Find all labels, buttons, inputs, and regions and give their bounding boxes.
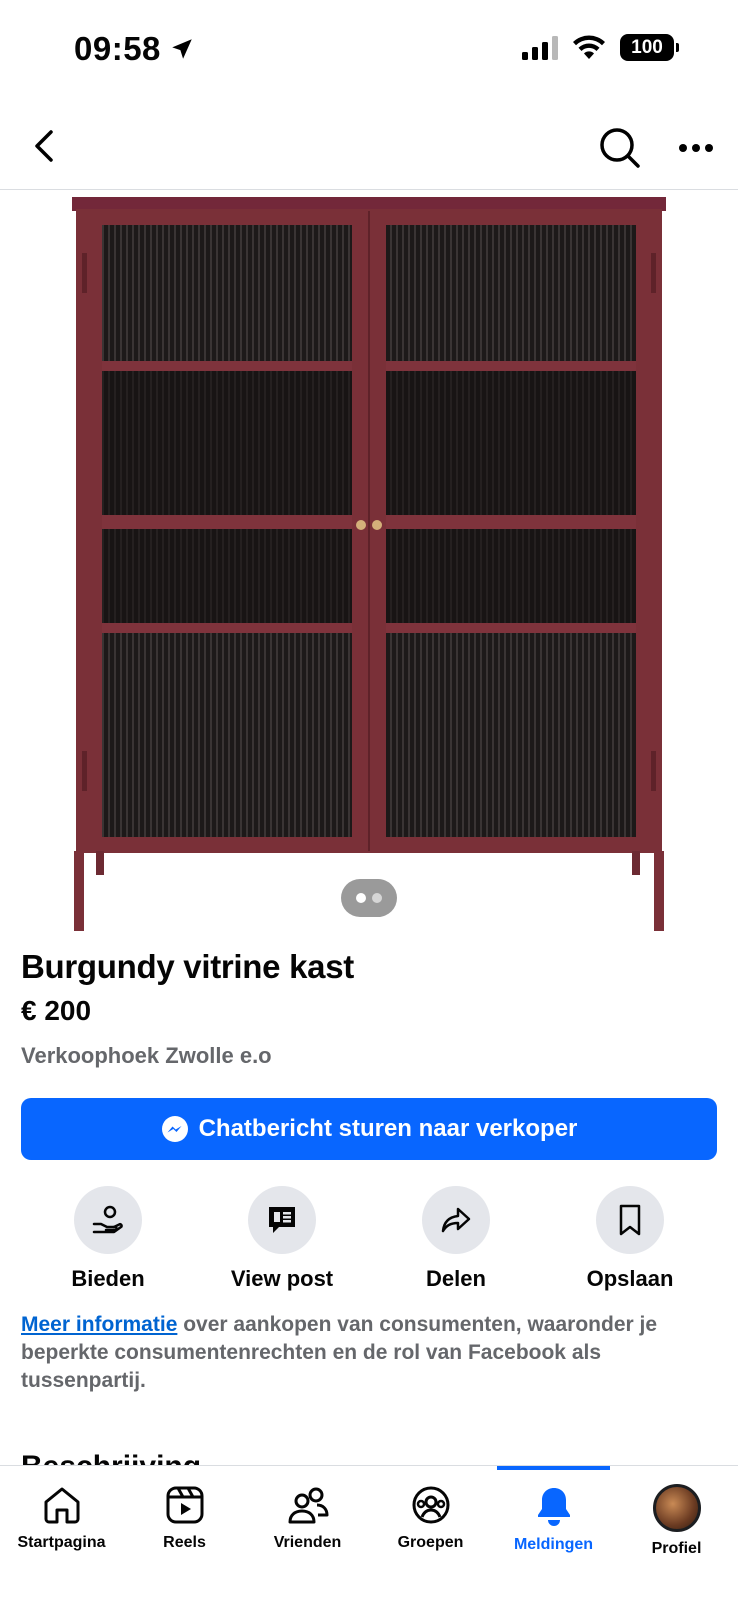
listing-title: Burgundy vitrine kast (21, 948, 354, 985)
bookmark-icon (619, 1204, 641, 1236)
save-button[interactable]: Opslaan (550, 1186, 710, 1292)
tab-friends-label: Vrienden (273, 1534, 342, 1551)
tab-home[interactable]: Startpagina (0, 1466, 123, 1576)
carousel-dot (372, 893, 382, 903)
tab-reels[interactable]: Reels (123, 1466, 246, 1576)
share-label: Delen (426, 1266, 486, 1291)
offer-hand-icon (92, 1205, 123, 1234)
message-seller-label: Chatbericht sturen naar verkoper (198, 1115, 578, 1142)
tab-friends[interactable]: Vrienden (246, 1466, 369, 1576)
chevron-left-icon (35, 130, 53, 162)
nav-bar (0, 110, 738, 190)
cellular-signal-icon (522, 35, 558, 60)
messenger-icon (161, 1116, 188, 1142)
save-label: Opslaan (586, 1266, 674, 1291)
battery-indicator: 100 (620, 34, 679, 61)
action-row: Bieden View post Delen Opslaan (0, 1186, 738, 1298)
offer-button[interactable]: Bieden (28, 1186, 188, 1292)
tab-reels-label: Reels (163, 1534, 206, 1551)
offer-circle (74, 1186, 142, 1254)
tab-groups[interactable]: Groepen (369, 1466, 492, 1576)
save-circle (596, 1186, 664, 1254)
listing-group[interactable]: Verkoophoek Zwolle e.o (21, 1043, 272, 1069)
back-button[interactable] (22, 124, 66, 168)
listing-price: € 200 (21, 995, 92, 1026)
status-bar: 09:58 100 (0, 0, 738, 100)
search-button[interactable] (596, 124, 644, 172)
product-image[interactable] (0, 191, 738, 931)
image-carousel-indicator[interactable] (341, 879, 397, 917)
view-post-button[interactable]: View post (202, 1186, 362, 1292)
bell-icon (537, 1488, 570, 1526)
carousel-dot-active (356, 893, 366, 903)
search-icon (600, 128, 640, 168)
more-dots-icon (679, 144, 713, 152)
location-arrow-icon (172, 39, 192, 59)
wifi-icon (573, 35, 605, 59)
friends-icon (288, 1487, 328, 1524)
status-indicators: 100 (522, 34, 679, 61)
status-time: 09:58 (74, 30, 195, 68)
tab-home-label: Startpagina (17, 1534, 106, 1551)
view-post-circle (248, 1186, 316, 1254)
offer-label: Bieden (71, 1266, 145, 1291)
tab-profile-label: Profiel (651, 1540, 702, 1557)
reels-icon (166, 1486, 203, 1524)
share-icon (441, 1207, 471, 1233)
message-seller-button[interactable]: Chatbericht sturen naar verkoper (21, 1098, 717, 1160)
bottom-tab-bar: Startpagina Reels Vrienden Groepen Meldi… (0, 1465, 738, 1600)
share-circle (422, 1186, 490, 1254)
consumer-info-text: Meer informatie over aankopen van consum… (21, 1311, 721, 1395)
share-button[interactable]: Delen (376, 1186, 536, 1292)
more-options-button[interactable] (672, 124, 720, 172)
tab-notifications[interactable]: Meldingen (492, 1466, 615, 1576)
more-info-link[interactable]: Meer informatie (21, 1313, 177, 1336)
groups-icon (412, 1486, 449, 1524)
tab-groups-label: Groepen (397, 1534, 464, 1551)
post-icon (269, 1207, 295, 1233)
view-post-label: View post (230, 1266, 334, 1291)
tab-profile[interactable]: Profiel (615, 1466, 738, 1576)
avatar (652, 1484, 701, 1532)
cabinet-illustration (72, 197, 666, 931)
home-icon (44, 1487, 79, 1524)
tab-notifications-label: Meldingen (513, 1536, 594, 1553)
